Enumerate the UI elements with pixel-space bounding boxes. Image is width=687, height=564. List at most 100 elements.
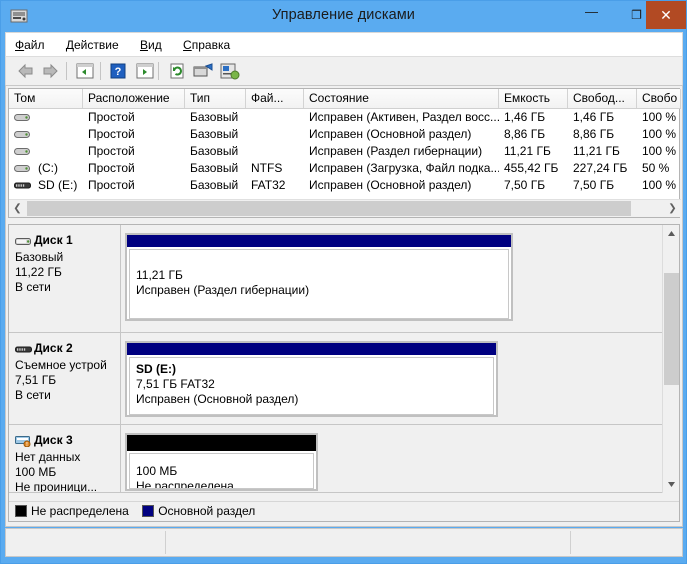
close-button[interactable]: ✕ bbox=[646, 1, 686, 29]
cell-percent-free: 100 % bbox=[642, 110, 677, 124]
menu-item-action[interactable]: Действие bbox=[57, 33, 128, 57]
column-header-volume[interactable]: Том bbox=[9, 89, 83, 108]
back-button[interactable] bbox=[14, 60, 36, 82]
disk-title-1: Диск 1 bbox=[15, 233, 116, 250]
column-header-capacity[interactable]: Емкость bbox=[499, 89, 568, 108]
table-row[interactable]: Простой Базовый Исправен (Активен, Разде… bbox=[9, 109, 681, 126]
cell-volume bbox=[33, 109, 83, 126]
cell-free-space: 7,50 ГБ bbox=[573, 178, 615, 192]
cell-status: Исправен (Загрузка, Файл подка... bbox=[309, 161, 499, 175]
partition-sd-e[interactable]: SD (E:) 7,51 ГБ FAT32 Исправен (Основной… bbox=[125, 341, 498, 417]
scroll-up-arrow-icon[interactable] bbox=[663, 225, 679, 242]
properties-button[interactable] bbox=[219, 60, 241, 82]
client-area: Том Расположение Тип Фай... Состояние Ем… bbox=[5, 85, 683, 527]
column-header-free-space[interactable]: Свобод... bbox=[568, 89, 637, 108]
disk-info-1[interactable]: Диск 1 Базовый 11,22 ГБ В сети bbox=[9, 225, 121, 332]
disk-management-window: Управление дисками — ❐ ✕ Файл Действие В… bbox=[0, 0, 687, 564]
cell-free-space: 11,21 ГБ bbox=[573, 144, 620, 158]
graphical-view-pane: Диск 1 Базовый 11,22 ГБ В сети 11,21 ГБ bbox=[8, 224, 680, 522]
cell-type: Базовый bbox=[190, 161, 239, 175]
toolbar-separator-3 bbox=[158, 62, 159, 80]
graphical-view-scroll-area: Диск 1 Базовый 11,22 ГБ В сети 11,21 ГБ bbox=[9, 225, 663, 493]
cell-free-space: 227,24 ГБ bbox=[573, 161, 628, 175]
volume-list-horizontal-scrollbar[interactable]: ❮ ❯ bbox=[9, 199, 681, 217]
scroll-down-arrow-icon[interactable] bbox=[663, 476, 679, 493]
legend-swatch-unallocated bbox=[15, 505, 27, 517]
refresh-button[interactable] bbox=[166, 60, 188, 82]
table-row[interactable]: Простой Базовый Исправен (Основной разде… bbox=[9, 126, 681, 143]
cell-percent-free: 50 % bbox=[642, 161, 670, 175]
menu-label-action-rest: ействие bbox=[74, 38, 119, 52]
legend-label-primary: Основной раздел bbox=[158, 504, 256, 518]
disk-name-3: Диск 3 bbox=[34, 433, 73, 447]
help-button[interactable]: ? bbox=[107, 60, 129, 82]
vertical-scroll-thumb[interactable] bbox=[664, 273, 679, 385]
disk-row-2[interactable]: Диск 2 Съемное устрой 7,51 ГБ В сети SD … bbox=[9, 333, 663, 425]
partition-body: 11,21 ГБ Исправен (Раздел гибернации) bbox=[129, 249, 509, 319]
volume-list-pane: Том Расположение Тип Фай... Состояние Ем… bbox=[8, 88, 681, 218]
show-action-pane-button[interactable] bbox=[134, 60, 156, 82]
status-bar bbox=[5, 528, 683, 557]
cell-filesystem bbox=[246, 109, 304, 126]
partition-color-bar bbox=[127, 343, 496, 355]
table-row[interactable]: SD (E:) Простой Базовый FAT32 Исправен (… bbox=[9, 177, 681, 194]
rescan-disks-button[interactable] bbox=[192, 60, 214, 82]
cell-status: Исправен (Активен, Раздел восс... bbox=[309, 110, 499, 124]
cell-free-space: 8,86 ГБ bbox=[573, 127, 615, 141]
show-hide-tree-button[interactable] bbox=[74, 60, 96, 82]
svg-text:?: ? bbox=[115, 66, 122, 78]
cell-type: Базовый bbox=[190, 110, 239, 124]
volume-disk-icon bbox=[14, 112, 31, 126]
partition-size: 100 МБ bbox=[136, 464, 178, 478]
disk-row-3[interactable]: ! Диск 3 Нет данных 100 МБ Не проиници..… bbox=[9, 425, 663, 493]
table-row[interactable]: (C:) Простой Базовый NTFS Исправен (Загр… bbox=[9, 160, 681, 177]
horizontal-scroll-thumb[interactable] bbox=[27, 201, 631, 216]
disk-size-2: 7,51 ГБ bbox=[15, 373, 57, 387]
menu-item-help[interactable]: Справка bbox=[174, 33, 239, 57]
table-row[interactable]: Простой Базовый Исправен (Раздел гиберна… bbox=[9, 143, 681, 160]
cell-layout: Простой bbox=[88, 161, 135, 175]
partition-title: SD (E:) bbox=[136, 362, 176, 376]
menu-label-file-rest: айл bbox=[24, 38, 45, 52]
disk-type-1: Базовый bbox=[15, 250, 64, 264]
column-header-type[interactable]: Тип bbox=[185, 89, 246, 108]
disk-state-3: Не проиници... bbox=[15, 480, 98, 492]
cell-status: Исправен (Основной раздел) bbox=[309, 127, 472, 141]
removable-disk-icon bbox=[15, 344, 32, 358]
title-bar: Управление дисками — ❐ ✕ bbox=[1, 1, 686, 32]
forward-button[interactable] bbox=[40, 60, 62, 82]
cell-layout: Простой bbox=[88, 110, 135, 124]
column-header-status[interactable]: Состояние bbox=[304, 89, 499, 108]
cell-type: Базовый bbox=[190, 144, 239, 158]
cell-volume bbox=[33, 143, 83, 160]
menu-item-file[interactable]: Файл bbox=[6, 33, 54, 57]
partition-hibernation[interactable]: 11,21 ГБ Исправен (Раздел гибернации) bbox=[125, 233, 513, 321]
disk-size-1: 11,22 ГБ bbox=[15, 265, 62, 279]
scroll-left-arrow-icon[interactable]: ❮ bbox=[9, 200, 26, 217]
disk-size-3: 100 МБ bbox=[15, 465, 57, 479]
cell-percent-free: 100 % bbox=[642, 127, 677, 141]
volume-disk-icon bbox=[14, 146, 31, 160]
column-header-filesystem[interactable]: Фай... bbox=[246, 89, 304, 108]
scroll-right-arrow-icon[interactable]: ❯ bbox=[664, 200, 681, 217]
partition-unallocated[interactable]: 100 МБ Не распределена bbox=[125, 433, 318, 491]
legend-label-unallocated: Не распределена bbox=[31, 504, 129, 518]
menu-item-view[interactable]: Вид bbox=[131, 33, 171, 57]
disk-info-3[interactable]: ! Диск 3 Нет данных 100 МБ Не проиници..… bbox=[9, 425, 121, 492]
cell-percent-free: 100 % bbox=[642, 178, 677, 192]
partition-status: Не распределена bbox=[136, 479, 234, 489]
minimize-icon: — bbox=[585, 4, 598, 19]
partition-color-bar bbox=[127, 435, 316, 451]
minimize-button[interactable]: — bbox=[569, 1, 614, 29]
partition-status: Исправен (Раздел гибернации) bbox=[136, 283, 310, 297]
column-header-layout[interactable]: Расположение bbox=[83, 89, 185, 108]
status-pane-2 bbox=[166, 531, 571, 554]
disk-info-2[interactable]: Диск 2 Съемное устрой 7,51 ГБ В сети bbox=[9, 333, 121, 424]
cell-layout: Простой bbox=[88, 178, 135, 192]
disk-row-1[interactable]: Диск 1 Базовый 11,22 ГБ В сети 11,21 ГБ bbox=[9, 225, 663, 333]
disk-title-3: ! Диск 3 bbox=[15, 433, 116, 450]
column-header-percent-free[interactable]: Свобо bbox=[637, 89, 681, 108]
disk-type-2: Съемное устрой bbox=[15, 358, 107, 372]
graphical-view-vertical-scrollbar[interactable] bbox=[662, 225, 679, 493]
partition-list-3: 100 МБ Не распределена bbox=[125, 433, 318, 491]
